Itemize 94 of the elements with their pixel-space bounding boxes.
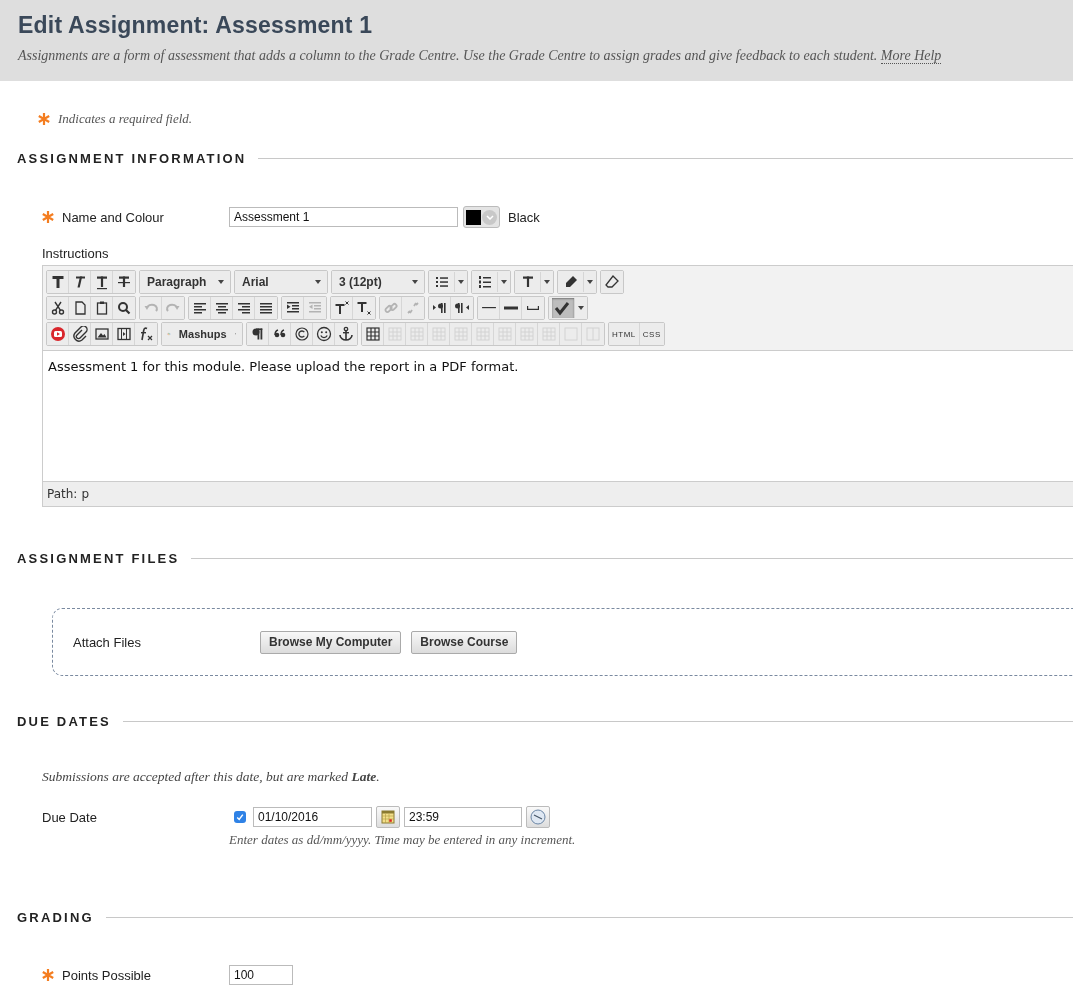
due-date-checkbox[interactable] xyxy=(234,811,246,823)
paperclip-icon xyxy=(71,326,88,342)
anchor-icon xyxy=(338,326,354,342)
film-icon xyxy=(115,326,132,342)
clock-icon xyxy=(530,809,546,825)
caret-icon xyxy=(315,280,321,284)
thin-rule-button[interactable] xyxy=(478,297,500,319)
left-to-right-icon xyxy=(431,300,448,316)
caret-icon xyxy=(218,280,224,284)
section-heading: ASSIGNMENT FILES xyxy=(17,551,180,566)
format-dropdown[interactable]: Arial xyxy=(235,271,327,293)
caret-icon xyxy=(544,280,550,284)
function-icon xyxy=(138,326,154,342)
right-to-left-icon xyxy=(454,300,470,316)
page-title: Edit Assignment: Assessment 1 xyxy=(18,12,374,39)
mashups-dropdown[interactable]: Mashups xyxy=(162,323,242,345)
align-left-icon xyxy=(191,300,208,316)
video-play-icon xyxy=(49,326,66,342)
caret-icon xyxy=(485,214,494,220)
outdent-icon xyxy=(307,300,323,316)
left-to-right-button[interactable] xyxy=(429,297,451,319)
field-label: Instructions xyxy=(42,246,110,261)
section-heading: ASSIGNMENT INFORMATION xyxy=(17,151,247,166)
text-color-split-button[interactable] xyxy=(515,271,553,293)
pilcrow-button[interactable] xyxy=(247,323,269,345)
superscript-button[interactable] xyxy=(331,297,353,319)
bullet-list-icon xyxy=(434,274,450,290)
strikethrough-icon xyxy=(116,274,132,290)
due-date-note: Submissions are accepted after this date, but are marked Late. xyxy=(42,769,381,785)
field-label: Attach Files xyxy=(73,634,141,650)
calendar-button[interactable] xyxy=(376,806,400,828)
section-heading: DUE DATES xyxy=(17,714,111,729)
name-input[interactable]: Assessment 1 xyxy=(229,207,458,227)
indent-icon xyxy=(284,300,301,316)
smiley-icon xyxy=(315,326,332,342)
source-button[interactable]: HTML xyxy=(609,323,640,345)
required-field-note: Indicates a required field. xyxy=(58,111,193,127)
field-label: Points Possible xyxy=(62,967,151,983)
video-play-button[interactable] xyxy=(47,323,69,345)
subscript-icon xyxy=(356,300,372,316)
date-format-hint: Enter dates as dd/mm/yyyy. Time may be entered in any increment. xyxy=(229,832,577,848)
path-label: Path: xyxy=(47,487,78,501)
browse-button[interactable]: Browse My Computer xyxy=(260,630,402,654)
caret-icon xyxy=(412,280,418,284)
caret-icon xyxy=(587,280,593,284)
highlighter-split-button[interactable] xyxy=(558,271,596,293)
section-heading: GRADING xyxy=(17,910,94,925)
more-help-link[interactable]: More Help xyxy=(880,48,942,64)
text-color-icon xyxy=(520,274,536,290)
copyright-icon xyxy=(293,326,310,342)
eraser-button[interactable] xyxy=(601,271,623,293)
highlighter-icon xyxy=(563,274,579,290)
superscript-icon xyxy=(333,300,350,316)
editor-text[interactable]: Assessment 1 for this module. Please upload the report in a PDF format. xyxy=(43,351,1073,481)
date-input[interactable]: 01/10/2016 xyxy=(253,807,372,827)
scissors-icon xyxy=(49,300,66,316)
align-left-button[interactable] xyxy=(189,297,211,319)
scissors-button[interactable] xyxy=(47,297,69,319)
thin-rule-icon xyxy=(481,307,496,309)
browse-button[interactable]: Browse Course xyxy=(411,630,518,654)
caret-icon xyxy=(458,280,464,284)
spellcheck-icon xyxy=(554,300,570,316)
table-icon xyxy=(364,326,381,342)
time-input[interactable]: 23:59 xyxy=(404,807,522,827)
bullet-list-split-button[interactable] xyxy=(429,271,467,293)
align-center-icon xyxy=(213,300,230,316)
numbered-list-icon xyxy=(477,274,493,290)
eraser-icon xyxy=(604,274,620,290)
numbered-list-split-button[interactable] xyxy=(472,271,510,293)
field-label: Due Date xyxy=(42,809,97,825)
clock-button[interactable] xyxy=(526,806,550,828)
field-label: Name and Colour xyxy=(62,209,164,225)
space-icon xyxy=(527,306,539,310)
spellcheck-split-button[interactable] xyxy=(549,297,587,319)
align-right-icon xyxy=(235,300,252,316)
colour-picker[interactable] xyxy=(463,206,500,228)
indent-button[interactable] xyxy=(282,297,304,319)
link-icon xyxy=(382,300,399,316)
calendar-icon xyxy=(381,810,395,824)
format-dropdown[interactable]: Paragraph xyxy=(140,271,230,293)
caret-icon xyxy=(578,306,584,310)
bold-button[interactable] xyxy=(47,271,69,293)
format-dropdown[interactable]: 3 (12pt) xyxy=(332,271,424,293)
smiley-button[interactable] xyxy=(313,323,335,345)
path-element[interactable]: p xyxy=(81,487,90,501)
required-asterisk-icon xyxy=(38,113,50,125)
page-description: Assignments are a form of assessment that adds a column to the Grade Centre. Use the Grade Centre to assign grades and give feedback to each student. More Help xyxy=(18,48,943,64)
align-justify-icon xyxy=(258,300,274,316)
image-icon xyxy=(93,326,110,342)
points-input[interactable]: 100 xyxy=(229,965,293,985)
caret-icon xyxy=(501,280,507,284)
search-icon xyxy=(116,300,132,316)
table-button[interactable] xyxy=(362,323,384,345)
colour-name: Black xyxy=(508,209,540,225)
